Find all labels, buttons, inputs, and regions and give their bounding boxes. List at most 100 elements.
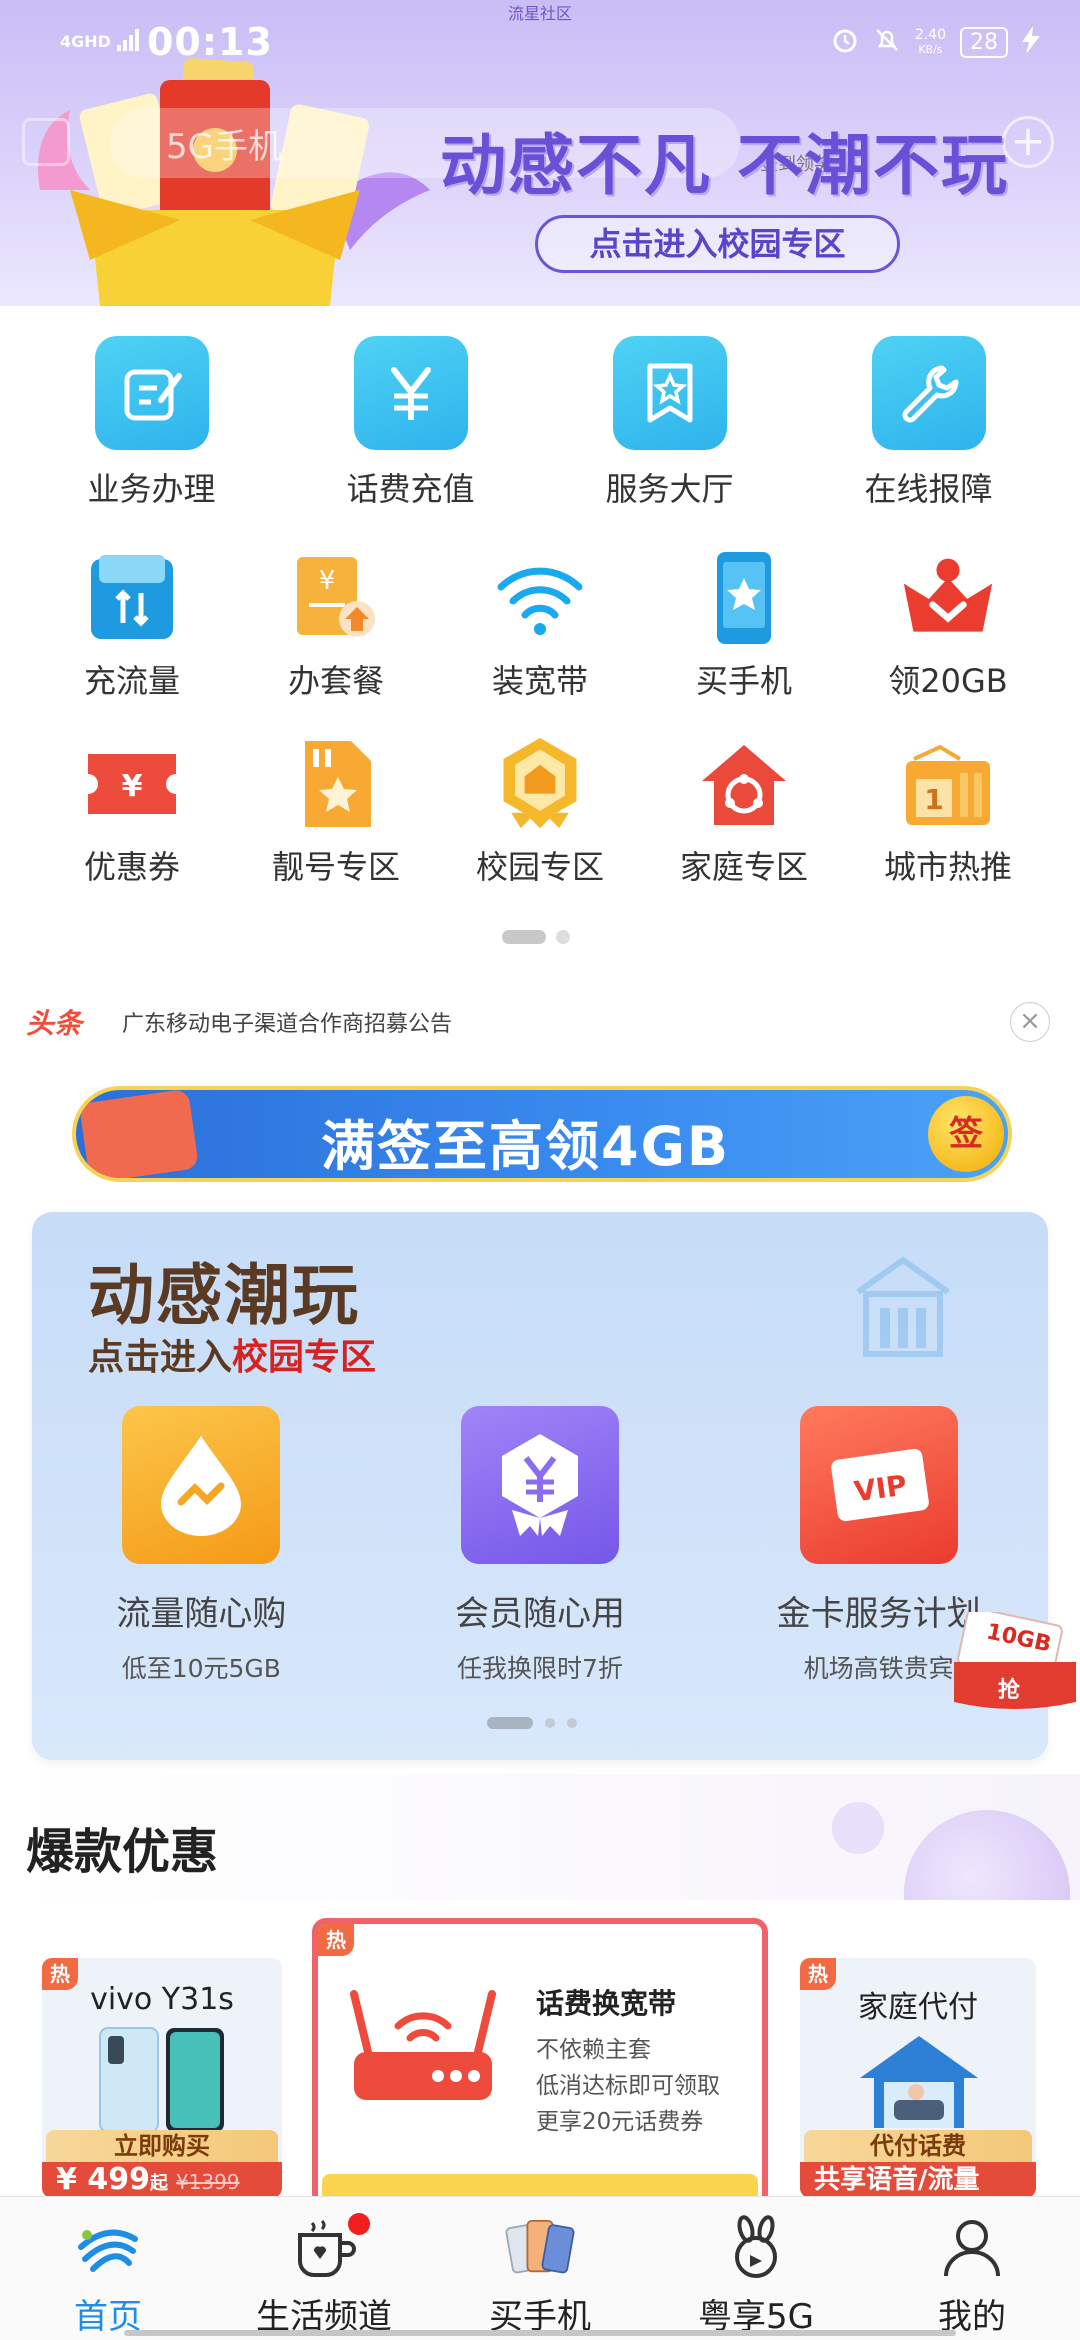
wifi-icon: [492, 550, 588, 646]
speed-value: 2.40: [914, 26, 946, 43]
deal-card-family-pay[interactable]: 热 家庭代付 代付话费 共享语音/流量: [800, 1958, 1036, 2198]
hot-deals-title: 爆款优惠: [26, 1824, 219, 1880]
pager-dot: [545, 1718, 555, 1728]
service-label: 在线报障: [864, 470, 993, 508]
campus-item-desc: 任我换限时7折: [457, 1654, 623, 1683]
service-buy-phone[interactable]: 买手机: [642, 550, 846, 702]
campus-item-name: 会员随心用: [455, 1594, 625, 1634]
deal-name: vivo Y31s: [90, 1982, 234, 2017]
vip-icon: VIP: [799, 1406, 958, 1564]
deal-card-broadband[interactable]: 热 话费换宽带 不依赖主套 低消达标即可领取 更享20元话费券: [312, 1918, 768, 2208]
floating-10gb-badge[interactable]: 10GB 抢: [952, 1612, 1076, 1710]
nav-me[interactable]: 我的: [864, 2197, 1080, 2340]
headline-text[interactable]: 广东移动电子渠道合作商招募公告: [122, 1006, 452, 1038]
headline-news[interactable]: 头条 广东移动电子渠道合作商招募公告 ×: [0, 992, 1080, 1052]
service-recharge[interactable]: 话费充值: [281, 336, 540, 510]
svg-text:¥: ¥: [319, 566, 336, 596]
service-grid-pager: [502, 930, 570, 944]
pager-dot-active: [487, 1717, 533, 1729]
service-coupon[interactable]: ¥ 优惠券: [30, 736, 234, 888]
family-house-image: [860, 2036, 978, 2128]
sub-services-row1: 充流量 ¥ 办套餐 装宽带 买手机 领20GB: [0, 550, 1080, 702]
price-suffix: 起: [149, 2173, 168, 2194]
service-label: 服务大厅: [605, 470, 734, 508]
headline-tag: 头条: [26, 1007, 83, 1040]
china-mobile-logo-icon: [72, 2211, 144, 2283]
service-lucky-number[interactable]: 靓号专区: [234, 736, 438, 888]
search-placeholder: 5G手机: [166, 126, 282, 167]
campus-subtitle-highlight: 校园专区: [232, 1337, 377, 1378]
service-label: 城市热推: [883, 848, 1012, 886]
deal-price: ¥ 499起 ¥1399: [42, 2162, 282, 2198]
plus-button[interactable]: +: [1002, 116, 1054, 168]
nav-home[interactable]: 首页: [0, 2197, 216, 2340]
campus-item-name: 流量随心购: [116, 1594, 287, 1634]
service-label: 充流量: [83, 662, 180, 700]
hot-tag: 热: [318, 1924, 354, 1956]
service-label: 话费充值: [346, 470, 475, 508]
phone-product-image: [99, 2027, 224, 2133]
top-banner[interactable]: 流星社区 4GHD 00:13 2.40 KB/s 28 5G手机 签到领奖 +…: [0, 0, 1080, 306]
rabbit-icon: [720, 2211, 792, 2283]
close-icon[interactable]: ×: [1010, 1002, 1050, 1042]
service-family[interactable]: 家庭专区: [642, 736, 846, 888]
banner-headline: 动感不凡 不潮不玩: [440, 127, 1009, 204]
campus-item-member[interactable]: 会员随心用 任我换限时7折: [371, 1406, 710, 1685]
status-right: 2.40 KB/s 28: [831, 25, 1040, 59]
bottom-nav: 首页 生活频道 买手机 粤享5G 我的: [0, 2196, 1080, 2340]
drop-icon: [122, 1406, 281, 1564]
svg-text:¥: ¥: [122, 769, 143, 804]
campus-subtitle[interactable]: 点击进入校园专区: [88, 1328, 376, 1380]
decor-bubble: [832, 1802, 884, 1854]
service-hall[interactable]: 服务大厅: [540, 336, 799, 510]
campus-item-desc: 机场高铁贵宾: [803, 1654, 954, 1683]
sign-banner-text: 满签至高领4GB: [321, 1115, 731, 1178]
sim-star-icon: [288, 736, 384, 832]
calendar-icon: [78, 1090, 200, 1178]
buy-now-button[interactable]: 立即购买: [46, 2130, 278, 2162]
service-package[interactable]: ¥ 办套餐: [234, 550, 438, 702]
campus-badge-icon: [492, 736, 588, 832]
pager-dot: [567, 1718, 577, 1728]
nav-life[interactable]: 生活频道: [216, 2197, 432, 2340]
phones-icon: [504, 2211, 576, 2283]
crown-icon: [900, 550, 996, 646]
campus-title: 动感潮玩: [88, 1257, 360, 1334]
scan-icon[interactable]: [22, 118, 70, 166]
sign-badge[interactable]: 签: [928, 1096, 1004, 1172]
service-city-hot[interactable]: 1 城市热推: [846, 736, 1050, 888]
mute-icon: [873, 26, 901, 59]
battery-indicator: 28: [960, 26, 1008, 58]
service-label: 家庭专区: [679, 848, 808, 886]
service-broadband[interactable]: 装宽带: [438, 550, 642, 702]
nav-5g[interactable]: 粤享5G: [648, 2197, 864, 2340]
sub-services-row2: ¥ 优惠券 靓号专区 校园专区 家庭专区 1 城市热推: [0, 736, 1080, 888]
service-data-recharge[interactable]: 充流量: [30, 550, 234, 702]
service-label: 装宽带: [491, 662, 588, 700]
deal-card-phone[interactable]: 热 vivo Y31s 立即购买 ¥ 499起 ¥1399: [42, 1958, 282, 2198]
banner-cta-button[interactable]: 点击进入校园专区: [535, 215, 900, 273]
svg-text:1: 1: [924, 783, 943, 816]
deal-line: 更享20元话费券: [536, 2109, 704, 2135]
service-campus[interactable]: 校园专区: [438, 736, 642, 888]
campus-card[interactable]: 动感潮玩 点击进入校园专区 流量随心购 低至10元5GB 会员随心用 任我换限时…: [32, 1212, 1048, 1760]
charging-icon: [1022, 25, 1040, 59]
bookmark-star-icon: [612, 336, 727, 450]
service-business[interactable]: 业务办理: [22, 336, 281, 510]
service-label: 业务办理: [87, 470, 216, 508]
campus-item-data[interactable]: 流量随心购 低至10元5GB: [32, 1406, 371, 1685]
service-repair[interactable]: 在线报障: [799, 336, 1058, 510]
service-label: 领20GB: [888, 662, 1008, 700]
wrench-icon: [871, 336, 986, 450]
home-indicator[interactable]: [124, 2330, 956, 2336]
deal-center-desc: 不依赖主套 低消达标即可领取 更享20元话费券: [536, 2032, 720, 2140]
campus-pager: [487, 1717, 577, 1729]
calendar-box-icon: 1: [900, 736, 996, 832]
network-speed: 2.40 KB/s: [915, 28, 946, 57]
router-icon: [350, 1990, 496, 2100]
service-free-20gb[interactable]: 领20GB: [846, 550, 1050, 702]
nav-buy-phone[interactable]: 买手机: [432, 2197, 648, 2340]
campus-item-name: 金卡服务计划: [776, 1594, 981, 1634]
pay-bill-button[interactable]: 代付话费: [804, 2130, 1032, 2162]
sign-in-banner[interactable]: 满签至高领4GB 签: [72, 1086, 1012, 1182]
